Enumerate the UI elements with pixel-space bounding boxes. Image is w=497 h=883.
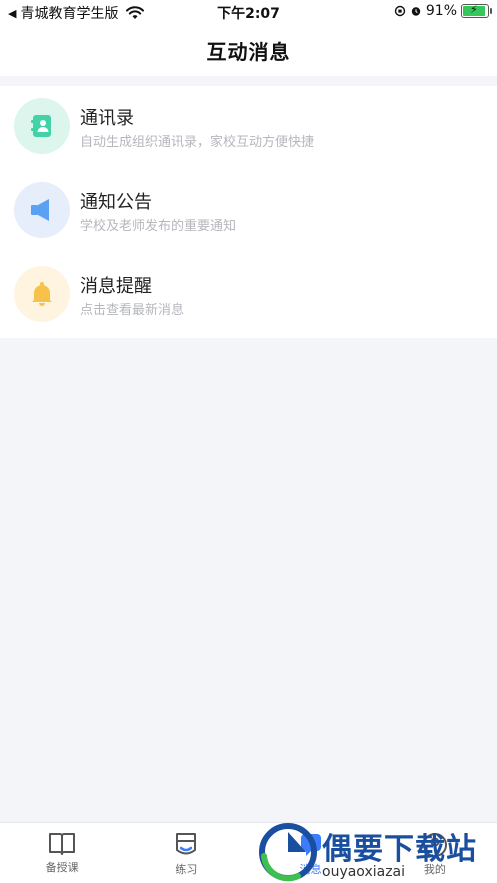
reminders-subtitle: 点击查看最新消息 (80, 303, 185, 318)
reminders-title: 消息提醒 (80, 276, 152, 297)
bell-icon (14, 266, 70, 322)
practice-icon (176, 833, 197, 855)
nav-label-practice: 练习 (175, 863, 198, 876)
message-list: 通讯录 自动生成组织通讯录，家校互动方便快捷 通知公告 学校及老师发布的重要通知… (0, 86, 497, 338)
nav-item-practice[interactable]: 练习 (124, 823, 248, 883)
notices-title: 通知公告 (80, 192, 152, 213)
alarm-icon (411, 7, 421, 16)
speaker-icon (14, 182, 70, 238)
list-item-notices[interactable]: 通知公告 学校及老师发布的重要通知 (0, 170, 497, 254)
contacts-icon (14, 98, 70, 154)
watermark-cn: 偶要下载站 (322, 831, 477, 867)
list-item-contacts[interactable]: 通讯录 自动生成组织通讯录，家校互动方便快捷 (0, 86, 497, 170)
header: 互动消息 (0, 24, 497, 76)
watermark: 偶要下载站 ouyaoxiazai (258, 820, 497, 883)
battery-icon: ⚡ (461, 3, 492, 18)
nav-label-lessons: 备授课 (45, 861, 79, 874)
status-bar: ◀ 青城教育学生版 下午2:07 91% ⚡ (0, 0, 497, 24)
contacts-title: 通讯录 (80, 108, 134, 129)
watermark-text: 偶要下载站 ouyaoxiazai (322, 824, 477, 880)
page-title: 互动消息 (206, 39, 291, 64)
status-right: 91% ⚡ (390, 3, 492, 19)
notices-subtitle: 学校及老师发布的重要通知 (80, 219, 237, 234)
nav-item-lessons[interactable]: 备授课 (0, 823, 124, 883)
list-item-reminders[interactable]: 消息提醒 点击查看最新消息 (0, 254, 497, 338)
book-icon (49, 833, 76, 855)
battery-percent: 91% (425, 3, 457, 19)
orientation-lock-icon (394, 5, 406, 17)
contacts-subtitle: 自动生成组织通讯录，家校互动方便快捷 (80, 135, 315, 150)
watermark-logo-icon (259, 822, 317, 881)
